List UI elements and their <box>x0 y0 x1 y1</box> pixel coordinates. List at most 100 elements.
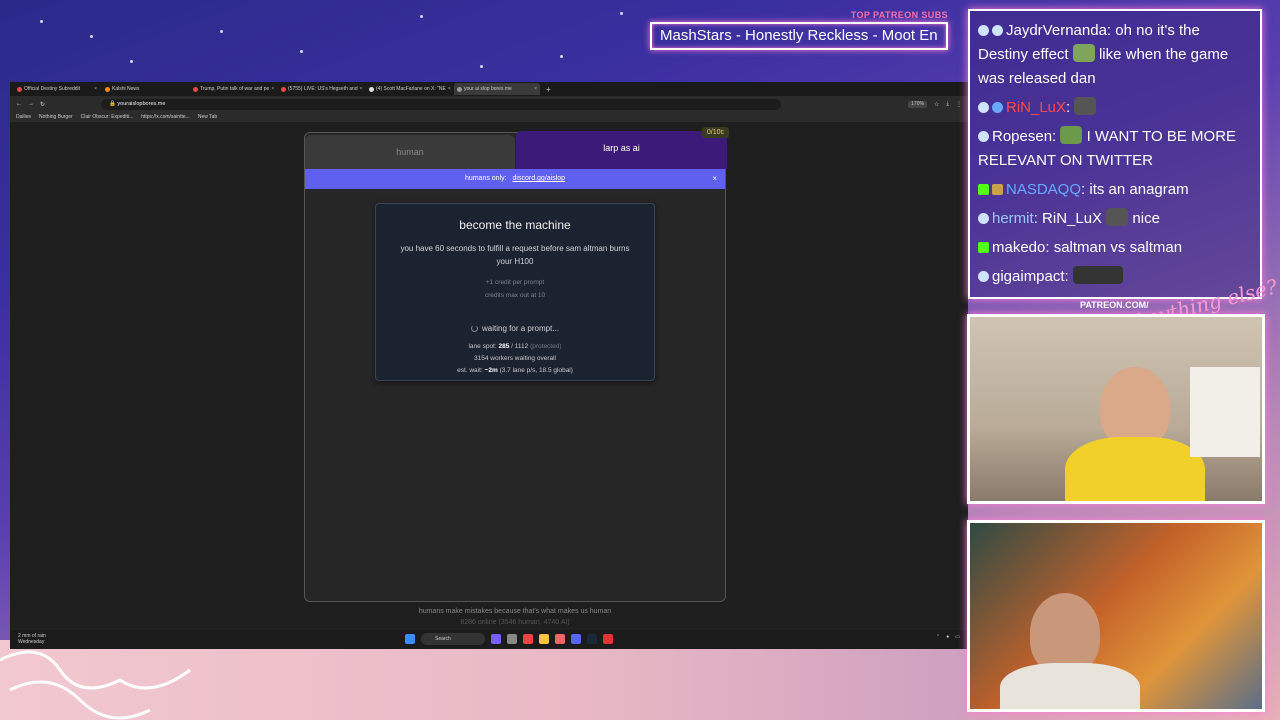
est-note: (3.7 lane p/s, 18.5 global) <box>499 367 573 374</box>
task-view-icon[interactable] <box>507 634 517 644</box>
waiting-status: waiting for a prompt... <box>376 324 654 333</box>
browser-tab-active[interactable]: your ai slop bores me × <box>454 83 540 95</box>
webcam-feed-1 <box>967 314 1265 504</box>
chevron-up-icon[interactable]: ⌃ <box>936 634 940 640</box>
user-badge-icon <box>992 102 1003 113</box>
close-tab-icon[interactable]: × <box>360 86 363 92</box>
system-tray: ⌃ ● ▭ <box>936 634 960 640</box>
discord-icon[interactable] <box>571 634 581 644</box>
tab-label: (5755) LIVE: US's Hegseth and <box>288 86 358 92</box>
browser-tab[interactable]: Trump, Putin talk of war and pe × <box>190 83 276 95</box>
chat-message: Ropesen: I WANT TO BE MORE RELEVANT ON T… <box>978 126 1237 169</box>
discord-banner: humans only: discord.gg/aislop × <box>305 169 725 189</box>
steam-icon[interactable] <box>587 634 597 644</box>
user-badge-icon <box>978 271 989 282</box>
tab-label: Official Destiny Subreddit <box>24 86 81 92</box>
chat-overlay: JaydrVernanda: oh no it's the Destiny ef… <box>968 9 1262 299</box>
close-tab-icon[interactable]: × <box>534 86 537 92</box>
bookmark-item[interactable]: Dailies <box>16 114 31 120</box>
close-tab-icon[interactable]: × <box>271 86 274 92</box>
reload-icon[interactable]: ↻ <box>40 101 45 108</box>
browser-tab[interactable]: (5755) LIVE: US's Hegseth and × <box>278 83 364 95</box>
webcam-feed-2 <box>967 520 1265 712</box>
user-badge-icon <box>978 102 989 113</box>
browser-tab[interactable]: Kalshi News <box>102 83 188 95</box>
chat-username: NASDAQQ <box>1006 181 1082 198</box>
bookmark-item[interactable]: https://x.com/saintte... <box>141 114 190 120</box>
browser-tab[interactable]: Official Destiny Subreddit × <box>14 83 100 95</box>
weather-day: Wednesday <box>18 639 45 645</box>
bookmark-item[interactable]: Nothing Burger <box>39 114 73 120</box>
browser-icon[interactable] <box>523 634 533 644</box>
search-label: Search <box>435 636 451 642</box>
panel-title: become the machine <box>459 218 571 232</box>
url-text: youraislopbores.me <box>117 101 166 107</box>
kick-badge-icon <box>978 242 989 253</box>
lock-icon: 🔒 <box>109 101 118 107</box>
bookmark-item[interactable]: New Tab <box>198 114 217 120</box>
folder-icon[interactable] <box>539 634 549 644</box>
new-tab-button[interactable]: + <box>542 85 555 94</box>
footer-tagline: humans make mistakes because that's what… <box>418 608 612 615</box>
bookmarks-bar: Dailies Nothing Burger Clair Obscur: Exp… <box>10 112 968 122</box>
close-tab-icon[interactable]: × <box>448 86 451 92</box>
forward-icon[interactable]: → <box>28 101 34 107</box>
credit-line: +1 credit per prompt <box>485 279 545 286</box>
emote-icon <box>1072 266 1123 284</box>
pepe-emote-icon <box>1072 44 1095 62</box>
user-badge-icon <box>992 184 1003 195</box>
discord-link[interactable]: discord.gg/aislop <box>513 175 566 182</box>
user-badge-icon <box>992 25 1003 36</box>
app-icon[interactable] <box>555 634 565 644</box>
mode-tabs: human larp as ai 0/10c <box>305 127 729 169</box>
app-icon[interactable] <box>491 634 501 644</box>
person-shirt <box>1065 437 1205 501</box>
chat-message: gigaimpact: <box>978 265 1252 289</box>
browser-tab[interactable]: (4) Scott MacFarlane on X: "NE × <box>366 83 452 95</box>
monitor-icon[interactable]: ▭ <box>955 634 960 640</box>
favicon-icon <box>457 86 462 92</box>
pepe-emote-icon <box>1060 126 1083 144</box>
favicon-icon <box>17 86 22 92</box>
windows-start-icon[interactable] <box>405 634 415 644</box>
chat-message: RiN_LuX: <box>978 96 1252 120</box>
top-patreon-subs-label: TOP PATREON SUBS <box>850 10 948 20</box>
patreon-sub-ticker: MashStars - Honestly Reckless - Moot En <box>650 22 948 50</box>
favicon-icon <box>105 86 110 92</box>
tab-larp-as-ai[interactable]: larp as ai <box>516 131 727 169</box>
weather-widget[interactable]: 2 mm of rain Wednesday <box>18 633 46 645</box>
banner-text: humans only: <box>464 175 507 182</box>
chat-message: NASDAQQ: its an anagram <box>978 178 1252 202</box>
lane-note: (protected) <box>530 343 562 350</box>
tab-label: Trump, Putin talk of war and pe <box>200 86 270 92</box>
credit-line: credits max out at 10 <box>484 292 546 299</box>
chat-username: JaydrVernanda <box>1006 22 1107 39</box>
chat-username: gigaimpact <box>992 268 1065 285</box>
user-badge-icon <box>978 131 989 142</box>
user-badge-icon <box>978 213 989 224</box>
mic-icon[interactable]: ● <box>946 634 949 640</box>
tab-human[interactable]: human <box>305 135 515 169</box>
bookmark-item[interactable]: Clair Obscur: Expediti... <box>81 114 134 120</box>
page-viewport: human larp as ai 0/10c humans only: disc… <box>10 122 968 628</box>
person-shirt <box>1000 663 1140 709</box>
star-icon[interactable]: ☆ <box>934 101 939 108</box>
swirl-decoration <box>0 650 191 720</box>
address-bar[interactable]: 🔒 youraislopbores.me <box>101 98 782 110</box>
user-badge-icon <box>978 25 989 36</box>
chat-text: saltman vs saltman <box>1053 239 1183 256</box>
credit-info: +1 credit per prompt credits max out at … <box>376 276 654 302</box>
banner-close-icon[interactable]: × <box>712 169 717 189</box>
online-count: 8286 online (3546 human, 4740 AI) <box>460 619 570 626</box>
close-tab-icon[interactable]: × <box>94 86 97 92</box>
zoom-level[interactable]: 170% <box>908 100 927 108</box>
person-head <box>1100 367 1170 447</box>
helmet-emote-icon <box>1074 97 1097 115</box>
extensions-icon[interactable]: ⋮ <box>956 101 962 108</box>
person-head <box>1030 593 1100 673</box>
obs-icon[interactable] <box>603 634 613 644</box>
chat-text: RiN_LuX <box>1042 210 1103 227</box>
taskbar-search[interactable]: Search <box>421 633 485 645</box>
back-icon[interactable]: ← <box>16 101 22 107</box>
download-icon[interactable]: ⤓ <box>946 101 949 108</box>
